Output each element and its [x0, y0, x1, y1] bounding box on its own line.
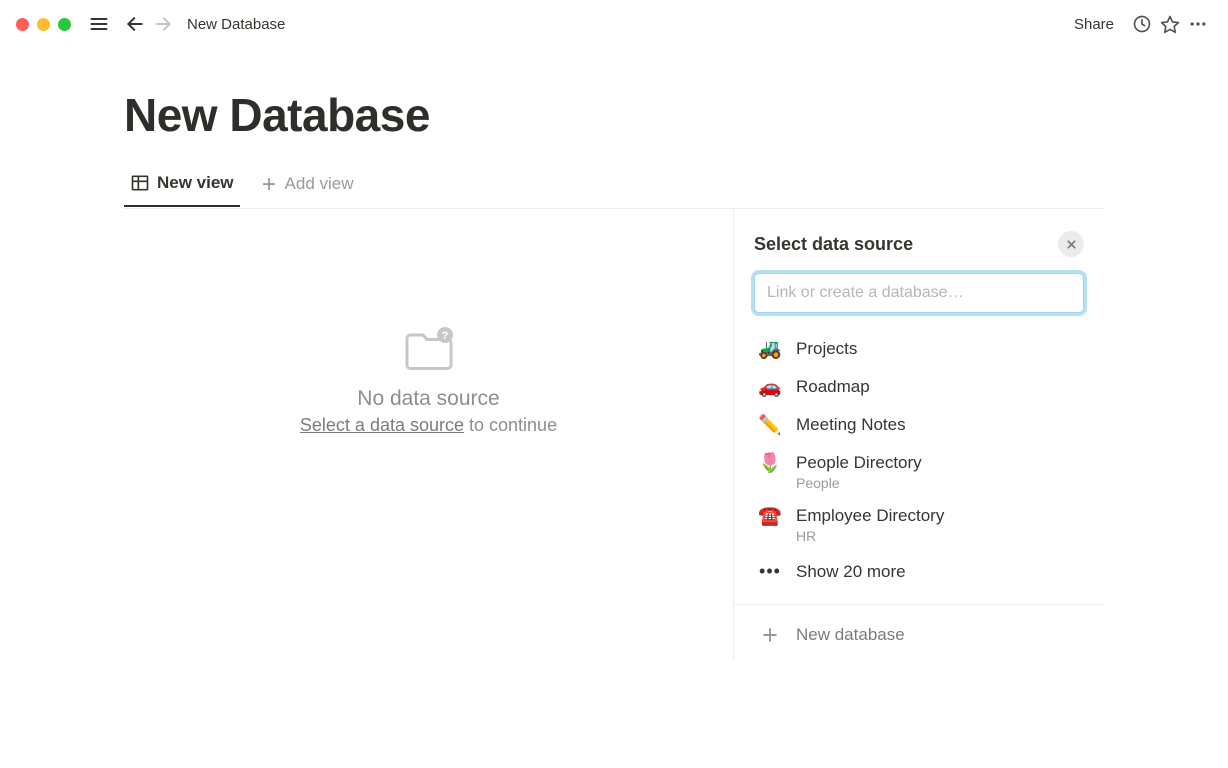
updates-icon[interactable]: [1128, 10, 1156, 38]
tab-new-view[interactable]: New view: [124, 167, 240, 207]
source-text: Meeting Notes: [796, 414, 906, 436]
minimize-window-icon[interactable]: [37, 18, 50, 31]
empty-state: ? No data source Select a data source to…: [124, 209, 734, 659]
window-controls[interactable]: [16, 18, 71, 31]
plus-icon: [260, 175, 278, 193]
source-sublabel: HR: [796, 528, 944, 544]
source-emoji-icon: 🌷: [758, 452, 782, 476]
source-text: People DirectoryPeople: [796, 452, 922, 491]
page-title[interactable]: New Database: [124, 88, 1228, 142]
breadcrumb[interactable]: New Database: [187, 16, 285, 33]
tab-add-label: Add view: [285, 174, 354, 194]
tab-add-view[interactable]: Add view: [254, 168, 360, 206]
source-sublabel: People: [796, 475, 922, 491]
show-more-button[interactable]: ••• Show 20 more: [754, 553, 1084, 590]
panel-divider: [734, 604, 1104, 605]
show-more-label: Show 20 more: [796, 562, 906, 582]
close-window-icon[interactable]: [16, 18, 29, 31]
new-database-label: New database: [796, 625, 905, 645]
close-icon: [1065, 238, 1078, 251]
source-emoji-icon: 🚗: [758, 376, 782, 400]
source-item[interactable]: 🚗 Roadmap: [754, 369, 1084, 407]
ellipsis-icon: •••: [758, 561, 782, 582]
empty-suffix: to continue: [464, 415, 557, 435]
new-database-button[interactable]: New database: [754, 611, 1084, 659]
source-text: Employee DirectoryHR: [796, 505, 944, 544]
source-label: Employee Directory: [796, 505, 944, 527]
source-emoji-icon: ☎️: [758, 505, 782, 529]
source-item[interactable]: 🌷 People DirectoryPeople: [754, 445, 1084, 498]
folder-unknown-icon: ?: [403, 327, 455, 371]
data-source-panel: Select data source 🚜 Projects 🚗 Roadmap ✏️ Me…: [734, 209, 1104, 659]
source-emoji-icon: 🚜: [758, 338, 782, 362]
share-button[interactable]: Share: [1066, 12, 1122, 37]
empty-subtitle: Select a data source to continue: [300, 415, 557, 436]
more-icon[interactable]: [1184, 10, 1212, 38]
select-data-source-link[interactable]: Select a data source: [300, 415, 464, 435]
source-label: Meeting Notes: [796, 414, 906, 436]
source-item[interactable]: ✏️ Meeting Notes: [754, 407, 1084, 445]
source-item[interactable]: 🚜 Projects: [754, 331, 1084, 369]
source-text: Projects: [796, 338, 857, 360]
plus-icon: [758, 625, 782, 645]
panel-title: Select data source: [754, 234, 913, 255]
forward-icon[interactable]: [149, 10, 177, 38]
source-label: Roadmap: [796, 376, 870, 398]
table-icon: [130, 173, 150, 193]
source-label: Projects: [796, 338, 857, 360]
source-emoji-icon: ✏️: [758, 414, 782, 438]
fullscreen-window-icon[interactable]: [58, 18, 71, 31]
source-label: People Directory: [796, 452, 922, 474]
search-input[interactable]: [754, 273, 1084, 313]
close-panel-button[interactable]: [1058, 231, 1084, 257]
source-text: Roadmap: [796, 376, 870, 398]
favorite-icon[interactable]: [1156, 10, 1184, 38]
source-item[interactable]: ☎️ Employee DirectoryHR: [754, 498, 1084, 551]
source-list: 🚜 Projects 🚗 Roadmap ✏️ Meeting Notes 🌷 People …: [754, 331, 1084, 551]
svg-text:?: ?: [441, 330, 448, 342]
tab-label: New view: [157, 173, 234, 193]
back-icon[interactable]: [121, 10, 149, 38]
empty-title: No data source: [357, 387, 499, 411]
menu-icon[interactable]: [85, 10, 113, 38]
